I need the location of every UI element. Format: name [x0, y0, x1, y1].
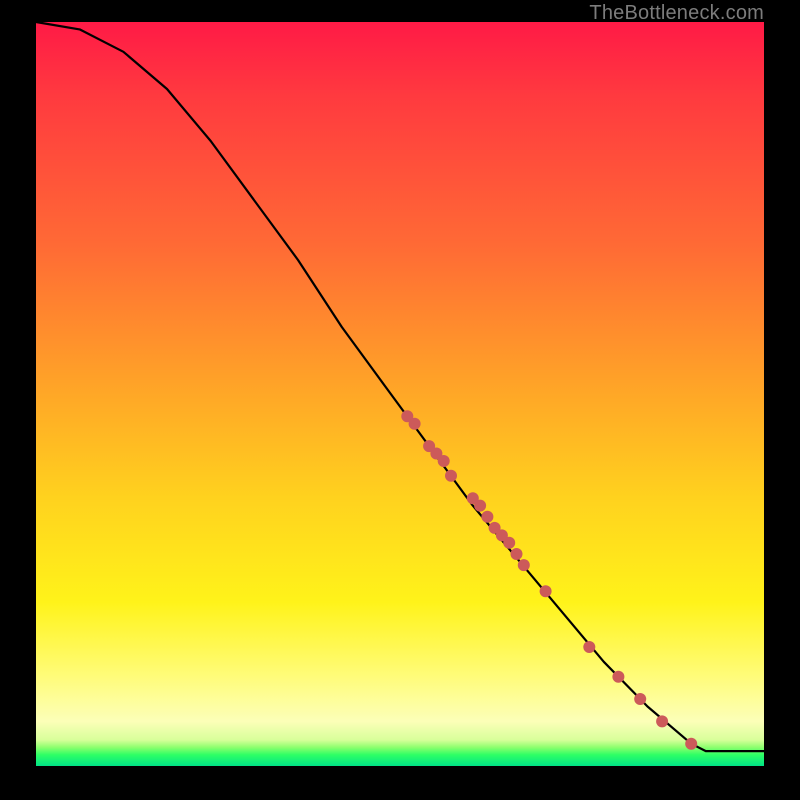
data-point [685, 738, 697, 750]
data-point [634, 693, 646, 705]
data-point [540, 585, 552, 597]
data-point [409, 418, 421, 430]
bottleneck-curve [36, 22, 764, 751]
data-point [511, 548, 523, 560]
data-point [503, 537, 515, 549]
chart-svg [36, 22, 764, 766]
data-point [438, 455, 450, 467]
plot-area [36, 22, 764, 766]
data-point [656, 715, 668, 727]
data-point [612, 671, 624, 683]
data-point [445, 470, 457, 482]
data-point [481, 511, 493, 523]
data-point [518, 559, 530, 571]
data-point [583, 641, 595, 653]
chart-stage: TheBottleneck.com [0, 0, 800, 800]
data-point [474, 500, 486, 512]
markers-group [401, 410, 697, 749]
